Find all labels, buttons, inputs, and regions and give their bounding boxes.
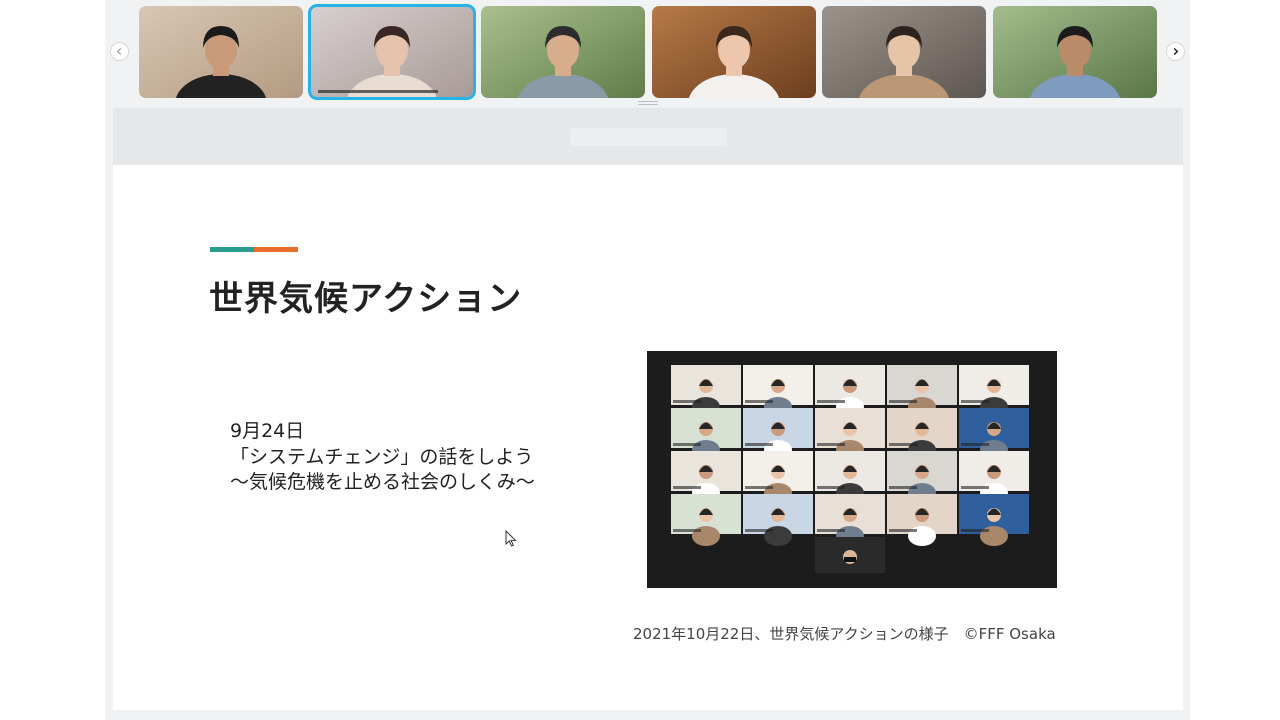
gallery-grid-image [671, 365, 1029, 573]
participant-video-tile[interactable] [652, 6, 816, 98]
shared-presentation-slide: 世界気候アクション 9月24日 「システムチェンジ」の話をしよう ～気候危機を止… [113, 165, 1183, 710]
participant-video-tile[interactable] [481, 6, 645, 98]
shared-screen-header-bar [113, 108, 1183, 165]
scroll-left-button[interactable] [110, 42, 129, 61]
participant-video-tile-active[interactable] [308, 4, 476, 100]
participant-video-tile[interactable] [822, 6, 986, 98]
event-description: 9月24日 「システムチェンジ」の話をしよう ～気候危機を止める社会のしくみ～ [230, 419, 535, 496]
slide-title: 世界気候アクション [209, 279, 523, 319]
strip-resize-handle[interactable] [638, 101, 658, 106]
sharing-indicator [570, 128, 727, 146]
gallery-tile [815, 537, 885, 573]
video-meeting-window: 世界気候アクション 9月24日 「システムチェンジ」の話をしよう ～気候危機を止… [105, 0, 1190, 720]
participant-video-tile[interactable] [993, 6, 1157, 98]
event-date: 9月24日 [230, 420, 305, 442]
photo-caption: 2021年10月22日、世界気候アクションの様子 ©FFF Osaka [633, 625, 1056, 643]
event-subtitle: ～気候危機を止める社会のしくみ～ [230, 471, 535, 493]
chevron-right-icon [1173, 47, 1179, 56]
gallery-tile [671, 494, 741, 546]
mouse-cursor-icon [505, 530, 517, 547]
meeting-gallery-photo [647, 351, 1057, 588]
gallery-tile [887, 494, 957, 546]
participant-video-tile[interactable] [139, 6, 303, 98]
title-accent-bar [210, 247, 298, 252]
gallery-tile [959, 494, 1029, 546]
gallery-tile [743, 494, 813, 546]
scroll-right-button[interactable] [1166, 42, 1185, 61]
event-topic: 「システムチェンジ」の話をしよう [230, 445, 534, 468]
chevron-left-icon [116, 47, 122, 56]
participant-thumbnail-strip [105, 0, 1190, 106]
